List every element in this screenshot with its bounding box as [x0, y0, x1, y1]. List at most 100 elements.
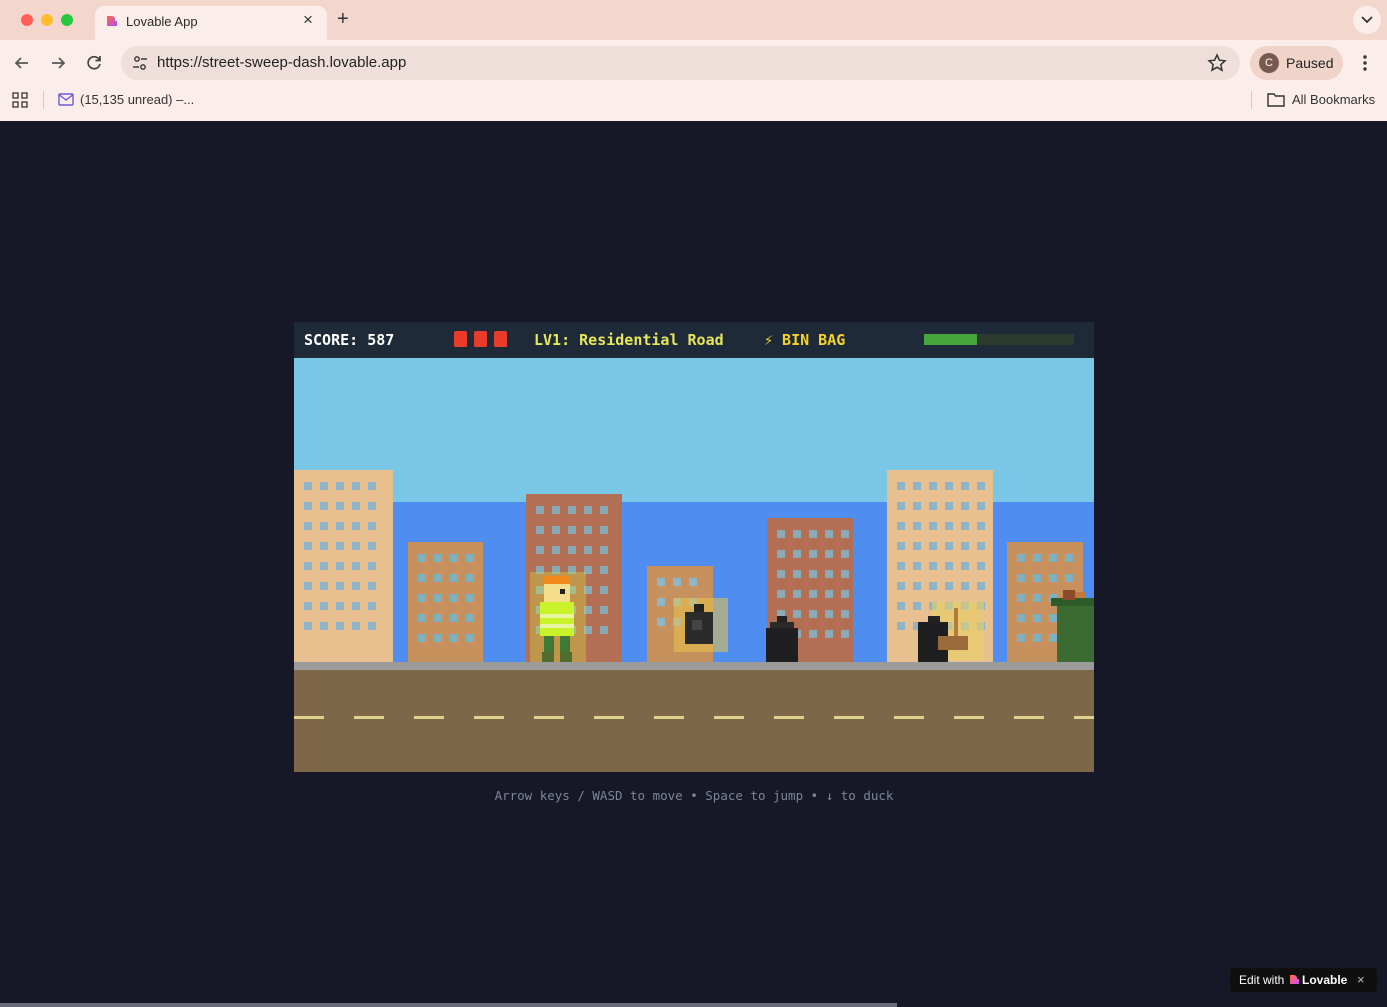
building-window — [600, 626, 608, 634]
building-window — [825, 610, 833, 618]
apps-grid-icon[interactable] — [12, 92, 28, 108]
building-window — [368, 602, 376, 610]
building-window — [961, 502, 969, 510]
building-window — [418, 574, 426, 582]
profile-button[interactable]: C Paused — [1250, 46, 1343, 80]
building-window — [657, 618, 665, 626]
minimize-window-button[interactable] — [41, 14, 53, 26]
trash-pile-obstacle — [918, 602, 984, 664]
building-window — [600, 526, 608, 534]
badge-close-icon[interactable]: × — [1357, 972, 1365, 987]
controls-hint: Arrow keys / WASD to move • Space to jum… — [494, 788, 894, 803]
building-window — [913, 582, 921, 590]
tab-search-button[interactable] — [1353, 6, 1381, 34]
lane-dash — [474, 716, 504, 719]
score-display: SCORE: 587 — [304, 331, 395, 349]
lovable-logo-icon — [1290, 975, 1299, 984]
building-window — [809, 590, 817, 598]
lane-dash — [774, 716, 804, 719]
building-window — [368, 622, 376, 630]
bookmark-divider — [43, 91, 44, 109]
back-button[interactable] — [11, 52, 33, 74]
building-window — [320, 562, 328, 570]
building-window — [897, 502, 905, 510]
avatar: C — [1259, 53, 1279, 73]
wheelie-bin — [1051, 590, 1094, 662]
bookmark-star-icon[interactable] — [1207, 53, 1227, 73]
building-window — [897, 522, 905, 530]
building-window — [466, 634, 474, 642]
building-window — [777, 550, 785, 558]
building-window — [568, 526, 576, 534]
url-text[interactable]: https://street-sweep-dash.lovable.app — [157, 54, 406, 71]
building-window — [320, 602, 328, 610]
site-settings-icon[interactable] — [129, 52, 151, 74]
building-window — [777, 590, 785, 598]
lane-dash — [894, 716, 924, 719]
building-window — [600, 546, 608, 554]
address-bar[interactable]: https://street-sweep-dash.lovable.app — [121, 46, 1240, 80]
building-window — [945, 542, 953, 550]
game-canvas[interactable]: SCORE: 587 LV1: Residential Road ⚡ BIN B… — [294, 322, 1094, 772]
building-window — [466, 614, 474, 622]
new-tab-button[interactable]: + — [337, 8, 349, 30]
lane-dash — [594, 716, 624, 719]
bin-bag-obstacle — [766, 616, 798, 662]
building-window — [352, 602, 360, 610]
building-window — [897, 622, 905, 630]
building-window — [536, 546, 544, 554]
building-window — [1049, 574, 1057, 582]
lovable-brand: Lovable — [1302, 973, 1348, 987]
building-window — [450, 554, 458, 562]
building-window — [809, 630, 817, 638]
building-window — [368, 562, 376, 570]
building-window — [809, 610, 817, 618]
building-window — [336, 582, 344, 590]
building-window — [434, 594, 442, 602]
reload-button[interactable] — [83, 52, 105, 74]
building-window — [336, 542, 344, 550]
edit-with-lovable-badge[interactable]: Edit with Lovable × — [1230, 968, 1377, 992]
building-window — [320, 622, 328, 630]
building-window — [434, 554, 442, 562]
building-window — [466, 574, 474, 582]
building-window — [352, 622, 360, 630]
building-window — [825, 590, 833, 598]
building-window — [1033, 554, 1041, 562]
building-window — [841, 530, 849, 538]
arrow-left-icon — [14, 57, 28, 69]
building-window — [825, 630, 833, 638]
building-window — [929, 542, 937, 550]
building-window — [368, 482, 376, 490]
building-window — [336, 622, 344, 630]
building-window — [673, 578, 681, 586]
game-hud: SCORE: 587 LV1: Residential Road ⚡ BIN B… — [294, 322, 1094, 358]
forward-button[interactable] — [47, 52, 69, 74]
building-window — [945, 562, 953, 570]
building-window — [434, 574, 442, 582]
building-window — [825, 530, 833, 538]
building-window — [336, 482, 344, 490]
building-window — [568, 506, 576, 514]
building-window — [552, 546, 560, 554]
building-window — [368, 522, 376, 530]
close-window-button[interactable] — [21, 14, 33, 26]
arrow-right-icon — [52, 57, 66, 69]
building-window — [320, 542, 328, 550]
tab-lovable-app[interactable]: Lovable App × — [95, 6, 327, 40]
road — [294, 670, 1094, 772]
more-menu-icon[interactable] — [1357, 52, 1373, 74]
building-window — [304, 562, 312, 570]
building-window — [552, 526, 560, 534]
maximize-window-button[interactable] — [61, 14, 73, 26]
building-window — [352, 482, 360, 490]
building-window — [352, 582, 360, 590]
building-window — [897, 542, 905, 550]
building-window — [1065, 554, 1073, 562]
building-window — [825, 550, 833, 558]
building-window — [584, 546, 592, 554]
lane-dash — [834, 716, 864, 719]
building-window — [600, 506, 608, 514]
tab-close-icon[interactable]: × — [303, 10, 313, 30]
building-window — [961, 562, 969, 570]
